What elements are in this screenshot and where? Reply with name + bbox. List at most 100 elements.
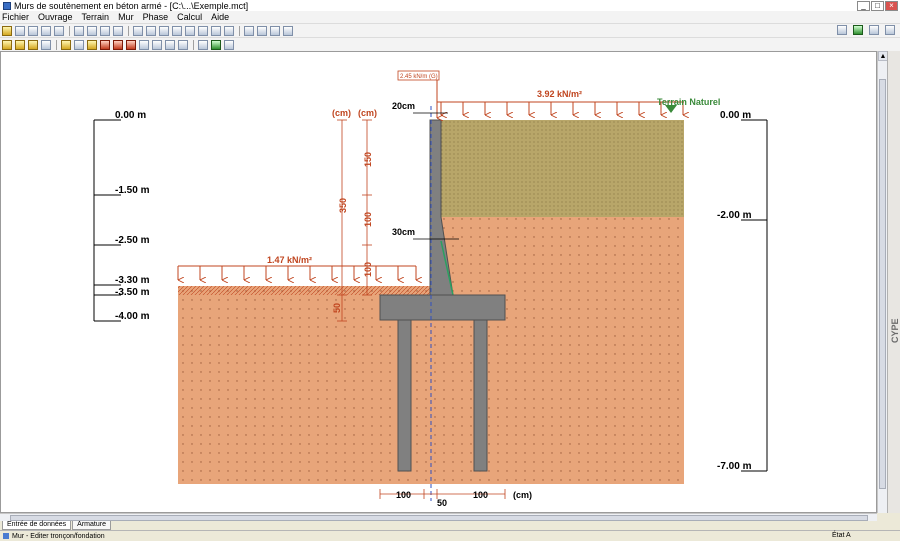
depth-left-5: -4.00 m	[115, 311, 150, 322]
load-icon[interactable]	[100, 39, 110, 50]
dim-segment-0: 150	[363, 152, 373, 167]
dim-total-height: 350	[338, 198, 348, 213]
depth-left-0: 0.00 m	[115, 110, 146, 121]
previous-icon[interactable]	[87, 25, 97, 36]
strut-icon[interactable]	[152, 39, 162, 50]
pan-icon[interactable]	[198, 25, 208, 36]
close-button[interactable]: ×	[885, 0, 898, 11]
view-dims-icon[interactable]	[283, 25, 293, 36]
zoom-in-icon[interactable]	[146, 25, 156, 36]
side-panel[interactable]: CYPE	[887, 51, 900, 513]
menu-terrain[interactable]: Terrain	[82, 12, 110, 22]
zoom-window-icon[interactable]	[159, 25, 169, 36]
depth-right-2: -7.00 m	[717, 461, 752, 472]
window-title: Murs de soutènement en béton armé - [C:\…	[14, 0, 249, 11]
minimize-button[interactable]: _	[857, 0, 870, 11]
menu-bar: Fichier Ouvrage Terrain Mur Phase Calcul…	[0, 11, 900, 23]
vertical-scroll-thumb[interactable]	[879, 79, 886, 489]
view-grid-icon[interactable]	[270, 25, 280, 36]
first-icon[interactable]	[74, 25, 84, 36]
wall-toolbar	[0, 37, 900, 51]
terrain-marker-icon	[665, 105, 677, 113]
unit-cm-right: (cm)	[358, 108, 377, 118]
app-icon	[3, 1, 11, 10]
foundation-icon[interactable]	[61, 39, 71, 50]
phase-icon[interactable]	[165, 39, 175, 50]
status-bar: Mur - Editer tronçon/fondation État A	[0, 530, 900, 541]
view-layers-icon[interactable]	[257, 25, 267, 36]
last-icon[interactable]	[113, 25, 123, 36]
redo-icon[interactable]	[54, 25, 64, 36]
dim-segment-2: 100	[363, 262, 373, 277]
view-wall-icon[interactable]	[244, 25, 254, 36]
dim-segment-1: 100	[363, 212, 373, 227]
help-icon[interactable]	[837, 25, 847, 35]
print-icon[interactable]	[28, 25, 38, 36]
dim-top-thickness: 20cm	[392, 101, 415, 111]
depth-left-3: -3.30 m	[115, 275, 150, 286]
drawing-canvas[interactable]: 0.00 m -1.50 m -2.50 m -3.30 m -3.50 m -…	[0, 51, 877, 513]
window-icon[interactable]	[885, 25, 895, 35]
water-icon[interactable]	[178, 39, 188, 50]
cype-label: CYPE	[890, 318, 900, 344]
depth-right-0: 0.00 m	[720, 110, 751, 121]
menu-mur[interactable]: Mur	[118, 12, 134, 22]
title-bar: Murs de soutènement en béton armé - [C:\…	[0, 0, 900, 11]
front-load-label: 1.47 kN/m²	[267, 255, 312, 265]
foundation-slab	[379, 294, 506, 321]
pile-right	[473, 319, 488, 472]
dim-foundation: 50	[332, 303, 342, 313]
calculate-icon[interactable]	[211, 39, 221, 50]
save-icon[interactable]	[15, 25, 25, 36]
dim-bottom-right: 100	[473, 490, 488, 500]
load-point-icon[interactable]	[113, 39, 123, 50]
menu-aide[interactable]: Aide	[211, 12, 229, 22]
dim-bottom-left: 100	[396, 490, 411, 500]
dim-base-thickness: 30cm	[392, 227, 415, 237]
dim-bottom-mid: 50	[437, 498, 447, 508]
depth-left-2: -2.50 m	[115, 235, 150, 246]
wall-section-icon[interactable]	[28, 39, 38, 50]
select-icon[interactable]	[133, 25, 143, 36]
top-load	[437, 101, 684, 115]
globe-icon[interactable]	[853, 25, 863, 35]
wall-data-icon[interactable]	[2, 39, 12, 50]
dim-bottom-unit: (cm)	[513, 490, 532, 500]
open-file-icon[interactable]	[2, 25, 12, 36]
menu-fichier[interactable]: Fichier	[2, 12, 29, 22]
edit-pencil-icon[interactable]	[224, 39, 234, 50]
next-icon[interactable]	[100, 25, 110, 36]
depth-scale-right	[741, 119, 768, 472]
tab-armature[interactable]: Armature	[72, 521, 111, 530]
status-state: État A	[832, 532, 851, 539]
menu-phase[interactable]: Phase	[143, 12, 169, 22]
wall-geometry-icon[interactable]	[15, 39, 25, 50]
check-icon[interactable]	[198, 39, 208, 50]
refresh-icon[interactable]	[224, 25, 234, 36]
horizontal-scrollbar[interactable]	[0, 513, 877, 521]
menu-ouvrage[interactable]: Ouvrage	[38, 12, 73, 22]
view-tabs: Entrée de données Armature	[0, 521, 900, 530]
undo-icon[interactable]	[41, 25, 51, 36]
depth-right-1: -2.00 m	[717, 210, 752, 221]
zoom-out-icon[interactable]	[172, 25, 182, 36]
unit-cm-left: (cm)	[332, 108, 351, 118]
zoom-all-icon[interactable]	[211, 25, 221, 36]
menu-calcul[interactable]: Calcul	[177, 12, 202, 22]
pile-left	[397, 319, 412, 472]
maximize-button[interactable]: □	[871, 0, 884, 11]
wall-edit-icon[interactable]	[87, 39, 97, 50]
front-load	[177, 265, 416, 280]
main-toolbar	[0, 23, 900, 37]
load-strip-icon[interactable]	[126, 39, 136, 50]
vertical-scrollbar[interactable]: ▲	[877, 51, 888, 513]
point-load-label: 2.45 kN/m (G)	[400, 74, 438, 80]
info-icon[interactable]	[869, 25, 879, 35]
wall-terrain-icon[interactable]	[41, 39, 51, 50]
measure-icon[interactable]	[185, 25, 195, 36]
anchor-icon[interactable]	[139, 39, 149, 50]
depth-left-1: -1.50 m	[115, 185, 150, 196]
piles-icon[interactable]	[74, 39, 84, 50]
status-icon	[3, 533, 9, 539]
tab-entree-donnees[interactable]: Entrée de données	[2, 521, 72, 530]
